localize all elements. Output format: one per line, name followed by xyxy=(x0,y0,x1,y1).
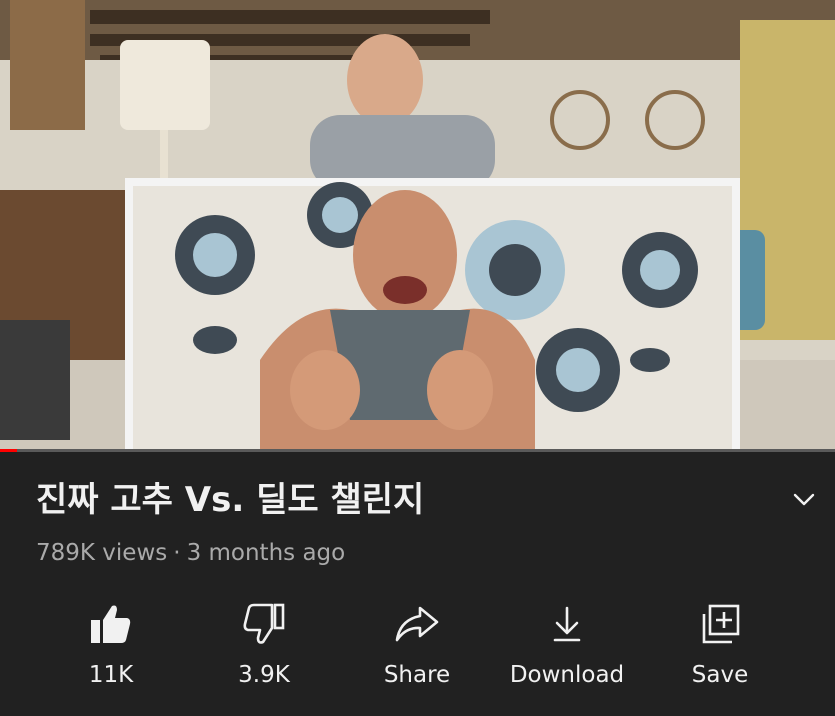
video-progress-bar[interactable] xyxy=(0,449,835,452)
progress-bar-fill xyxy=(0,449,17,452)
upload-age: 3 months ago xyxy=(186,540,346,566)
thumbs-up-icon xyxy=(87,600,135,648)
save-button[interactable]: Save xyxy=(645,600,795,700)
download-label: Download xyxy=(509,662,625,688)
share-label: Share xyxy=(383,662,451,688)
save-label: Save xyxy=(691,662,749,688)
like-button[interactable]: 11K xyxy=(36,600,186,700)
like-count: 11K xyxy=(88,662,134,688)
dislike-count: 3.9K xyxy=(238,662,290,688)
download-icon xyxy=(543,600,591,648)
meta-separator: · xyxy=(173,540,181,566)
download-button[interactable]: Download xyxy=(492,600,642,700)
playlist-add-icon xyxy=(696,600,744,648)
video-metadata: 789K views · 3 months ago xyxy=(36,540,345,566)
expand-description-button[interactable] xyxy=(790,486,818,514)
video-title: 진짜 고추 Vs. 딜도 챌린지 xyxy=(36,480,425,520)
video-thumbnail xyxy=(0,0,835,449)
thumbs-down-icon xyxy=(240,600,288,648)
chevron-down-icon xyxy=(793,493,815,506)
dislike-button[interactable]: 3.9K xyxy=(189,600,339,700)
action-bar: 11K 3.9K Share Download Save xyxy=(0,600,835,710)
share-arrow-icon xyxy=(393,600,441,648)
share-button[interactable]: Share xyxy=(342,600,492,700)
video-player[interactable] xyxy=(0,0,835,449)
view-count: 789K views xyxy=(36,540,168,566)
